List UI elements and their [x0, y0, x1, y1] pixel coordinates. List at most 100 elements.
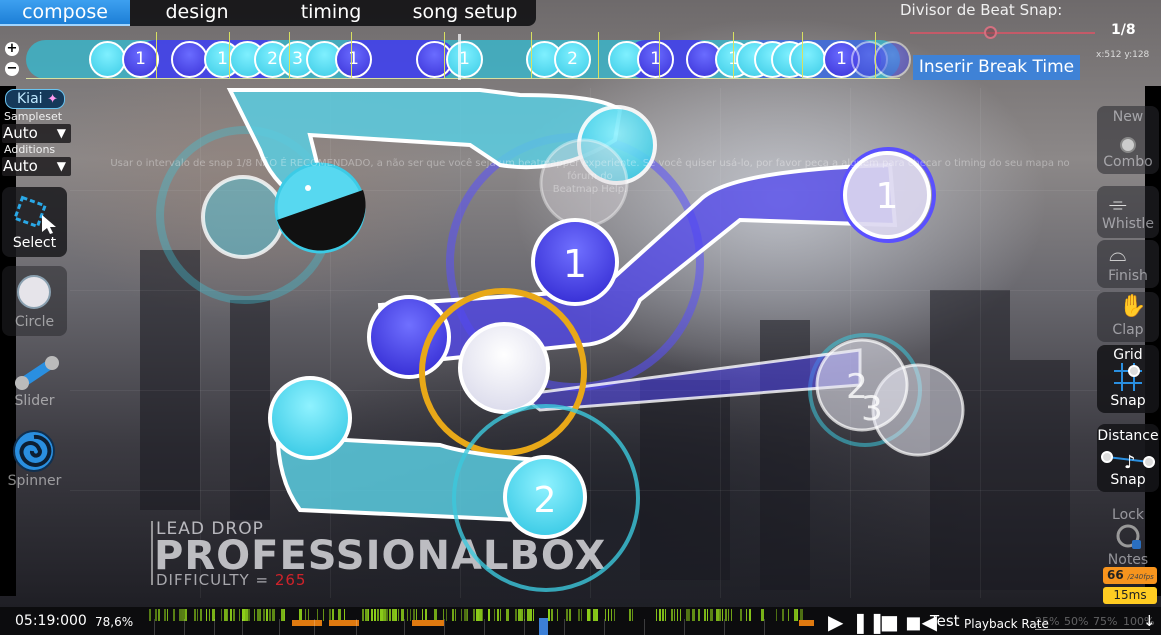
difficulty-value: 265 — [274, 571, 307, 589]
kiai-toggle[interactable]: Kiai ✦ — [5, 89, 65, 109]
density-bar — [269, 609, 271, 621]
test-button[interactable]: Test — [930, 612, 960, 630]
latency-counter: 15ms — [1103, 587, 1157, 604]
additions-dropdown[interactable]: Auto ▼ — [2, 157, 71, 176]
timing-point-tick — [154, 619, 155, 635]
tool-spinner[interactable]: Spinner — [2, 425, 67, 495]
timeline-hit-circle[interactable]: 1 — [446, 41, 483, 78]
background-building — [140, 250, 200, 510]
timeline-playhead[interactable] — [458, 34, 461, 80]
density-bar — [746, 609, 747, 621]
timing-point-tick — [214, 619, 215, 635]
tool-circle-label: Circle — [14, 314, 55, 330]
timeline-beat-tick — [598, 32, 599, 79]
density-bar — [395, 609, 397, 621]
playback-rate-option[interactable]: 25% — [1035, 615, 1059, 628]
grid-line — [720, 88, 721, 598]
density-bar — [608, 609, 609, 621]
density-bar — [530, 609, 532, 621]
tab-compose[interactable]: compose — [0, 0, 130, 26]
distance-snap-label-top: Distance — [1097, 428, 1159, 444]
distance-snap-toggle[interactable]: Distance ♪ Snap — [1097, 424, 1159, 492]
timeline-zoom-out-button[interactable]: − — [5, 62, 19, 76]
timing-point-tick — [314, 619, 315, 635]
tab-design[interactable]: design — [130, 0, 264, 26]
density-bar — [389, 609, 391, 621]
playback-rate-option[interactable]: 75% — [1093, 615, 1117, 628]
density-bar — [254, 609, 255, 621]
density-bar — [248, 609, 250, 621]
density-bar — [704, 609, 706, 621]
stop-button[interactable]: ■ — [880, 612, 899, 632]
tool-select[interactable]: Select — [2, 187, 67, 257]
timeline-hit-circle[interactable]: 1 — [122, 41, 159, 78]
beat-snap-value: 1/8 — [1111, 22, 1136, 38]
playback-rate-pointer-icon[interactable]: ↓ — [1143, 612, 1156, 630]
timing-point-tick — [184, 619, 185, 635]
density-bar — [659, 609, 661, 621]
beat-snap-slider[interactable] — [910, 32, 1095, 34]
density-bar — [521, 609, 523, 621]
whistle-toggle[interactable]: ⌯ Whistle — [1097, 186, 1159, 238]
beat-snap-label: Divisor de Beat Snap: — [900, 1, 1063, 19]
density-bar — [452, 609, 454, 621]
timeline-hit-circle[interactable] — [874, 41, 911, 78]
density-bar — [728, 609, 729, 621]
density-bar — [749, 609, 751, 621]
sampleset-label: Sampleset — [4, 110, 63, 123]
timeline[interactable]: 1123112111 — [26, 32, 911, 80]
density-bar — [671, 609, 673, 621]
playback-rate-option[interactable]: 50% — [1064, 615, 1088, 628]
beat-snap-slider-handle[interactable] — [983, 26, 997, 39]
timeline-hit-circle[interactable] — [89, 41, 126, 78]
timeline-hit-circle[interactable]: 1 — [637, 41, 674, 78]
timeline-hit-circle[interactable] — [171, 41, 208, 78]
finish-toggle[interactable]: ⌓ Finish — [1097, 240, 1159, 288]
density-bar — [494, 609, 495, 621]
song-timeline-scrubber[interactable] — [144, 607, 814, 635]
density-bar — [776, 609, 777, 621]
timeline-hit-circle[interactable] — [789, 41, 826, 78]
timing-point-tick — [684, 619, 685, 635]
tab-timing[interactable]: timing — [264, 0, 398, 26]
timeline-beat-tick — [875, 32, 876, 79]
density-bar — [158, 609, 160, 621]
tool-spinner-label: Spinner — [7, 473, 62, 489]
density-bar — [173, 609, 175, 621]
timeline-hit-circle[interactable]: 1 — [335, 41, 372, 78]
timeline-beat-tick — [289, 32, 290, 79]
timing-point-tick — [279, 619, 280, 635]
insert-break-time-button[interactable]: Inserir Break Time — [913, 55, 1080, 80]
grid-snap-toggle[interactable]: Grid Snap — [1097, 345, 1159, 413]
new-combo-toggle[interactable]: New Combo — [1097, 106, 1159, 174]
grid-line — [590, 88, 591, 598]
background-building — [1010, 360, 1070, 590]
density-bar — [266, 609, 268, 621]
select-icon — [13, 195, 56, 234]
density-bar — [155, 609, 157, 621]
density-bar — [233, 609, 235, 621]
new-combo-icon — [1120, 137, 1136, 153]
timeline-zoom-in-button[interactable]: + — [5, 42, 19, 56]
scrubber-position[interactable] — [539, 618, 548, 635]
timeline-beat-tick — [733, 32, 734, 79]
lock-icon — [1116, 524, 1141, 549]
density-bar — [722, 609, 723, 621]
density-bar — [467, 609, 468, 621]
density-bar — [149, 609, 151, 621]
play-button[interactable]: ▶ — [828, 612, 843, 632]
sampleset-dropdown[interactable]: Auto ▼ — [2, 124, 71, 143]
density-bar — [398, 609, 399, 621]
tool-slider[interactable]: Slider — [2, 345, 67, 415]
tab-song-setup[interactable]: song setup — [398, 0, 532, 26]
clap-icon: ✋ — [1119, 294, 1147, 319]
density-bar — [557, 609, 558, 621]
timeline-hit-circle[interactable]: 2 — [554, 41, 591, 78]
additions-label: Additions — [4, 143, 56, 156]
tool-circle[interactable]: Circle — [2, 266, 67, 336]
density-bar — [740, 609, 742, 621]
density-bar — [209, 609, 210, 621]
clap-toggle[interactable]: ✋ Clap — [1097, 292, 1159, 342]
lock-notes-toggle[interactable]: Lock Notes — [1097, 504, 1159, 572]
density-bar — [578, 609, 580, 621]
